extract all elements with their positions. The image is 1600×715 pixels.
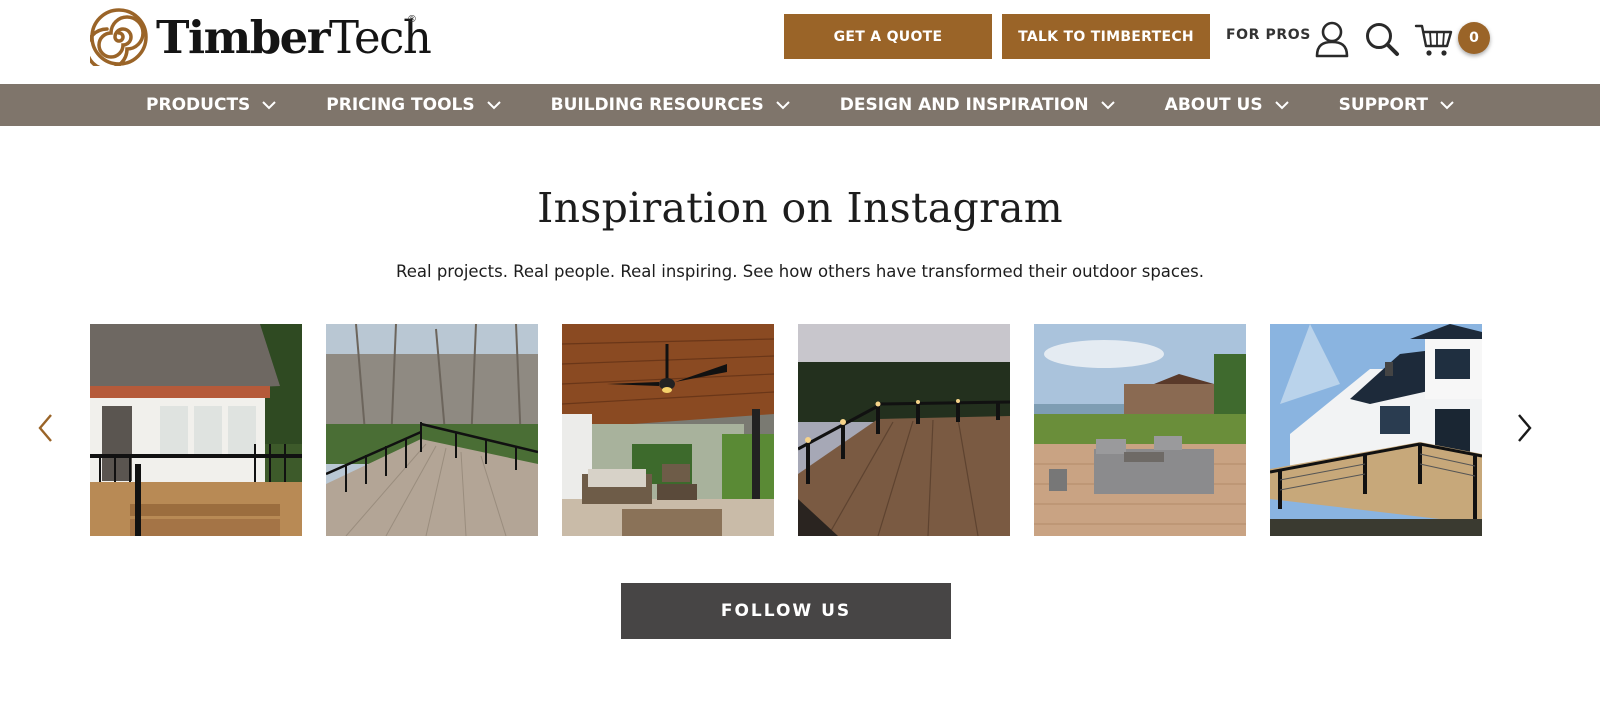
chevron-down-icon (1440, 100, 1454, 109)
instagram-post-image[interactable] (1034, 324, 1246, 536)
nav-label: SUPPORT (1338, 95, 1428, 115)
chevron-down-icon (262, 100, 276, 109)
porch-deck-photo (90, 324, 302, 536)
get-a-quote-button[interactable]: GET A QUOTE (784, 14, 992, 59)
instagram-post-image[interactable] (90, 324, 302, 536)
nav-item-about-us[interactable]: ABOUT US (1165, 95, 1289, 115)
evening-deck-photo (798, 324, 1010, 536)
spiral-logo-icon (90, 8, 148, 66)
nav-item-support[interactable]: SUPPORT (1339, 95, 1454, 115)
main-nav: PRODUCTS PRICING TOOLS BUILDING RESOURCE… (0, 84, 1600, 126)
chevron-down-icon (1274, 100, 1289, 109)
chevron-right-icon[interactable] (1514, 412, 1534, 444)
instagram-post-image[interactable] (326, 324, 538, 536)
woodland-deck-photo (326, 324, 538, 536)
chevron-down-icon (776, 100, 790, 109)
nav-item-products[interactable]: PRODUCTS (146, 95, 276, 115)
chevron-left-icon[interactable] (36, 412, 56, 444)
user-icon[interactable] (1314, 20, 1350, 58)
for-pros-link[interactable]: FOR PROS (1226, 27, 1311, 43)
cart-count-badge[interactable]: 0 (1458, 22, 1490, 54)
covered-patio-photo (562, 324, 774, 536)
timbertech-logo[interactable]: TimberTech ® (90, 8, 432, 66)
instagram-post-image[interactable] (562, 324, 774, 536)
nav-label: PRICING TOOLS (326, 95, 475, 115)
farmhouse-deck-photo (1270, 324, 1482, 536)
registered-mark: ® (407, 14, 417, 25)
logo-wordmark: TimberTech (156, 15, 432, 60)
follow-us-button[interactable]: FOLLOW US (621, 583, 951, 639)
instagram-carousel (0, 324, 1600, 536)
instagram-post-image[interactable] (1270, 324, 1482, 536)
nav-label: ABOUT US (1164, 95, 1263, 115)
talk-to-timbertech-button[interactable]: TALK TO TIMBERTECH (1002, 14, 1210, 59)
logo-bold: Timber (156, 10, 331, 64)
nav-label: PRODUCTS (146, 95, 251, 115)
chevron-down-icon (486, 100, 501, 109)
section-subtitle: Real projects. Real people. Real inspiri… (396, 262, 1204, 281)
nav-label: BUILDING RESOURCES (550, 95, 764, 115)
nav-label: DESIGN AND INSPIRATION (839, 95, 1089, 115)
search-icon[interactable] (1364, 21, 1400, 57)
section-title: Inspiration on Instagram (537, 184, 1063, 232)
nav-item-pricing-tools[interactable]: PRICING TOOLS (326, 95, 501, 115)
nav-item-building-resources[interactable]: BUILDING RESOURCES (551, 95, 790, 115)
nav-items: PRODUCTS PRICING TOOLS BUILDING RESOURCE… (146, 84, 1454, 126)
nav-item-design-and-inspiration[interactable]: DESIGN AND INSPIRATION (840, 95, 1115, 115)
seaside-lounge-photo (1034, 324, 1246, 536)
cart-icon[interactable] (1414, 22, 1454, 58)
chevron-down-icon (1100, 100, 1115, 109)
site-header: TimberTech ® GET A QUOTE TALK TO TIMBERT… (0, 0, 1600, 84)
instagram-post-image[interactable] (798, 324, 1010, 536)
